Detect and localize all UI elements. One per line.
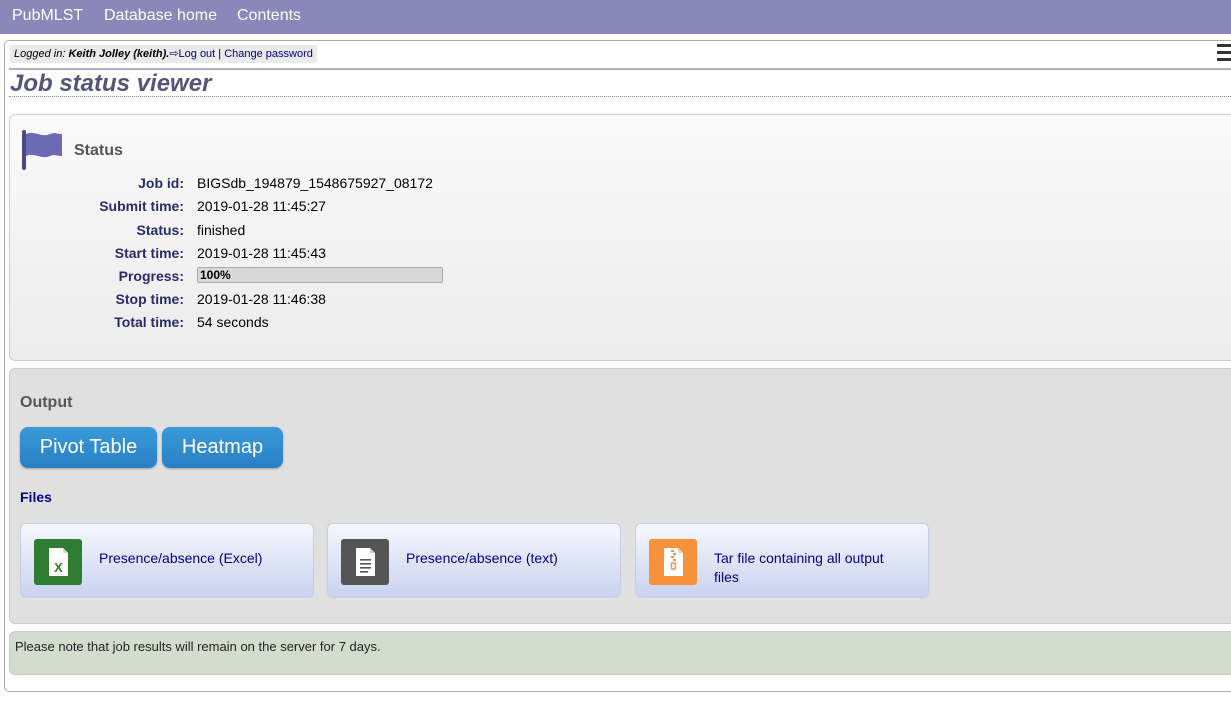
login-user: Keith Jolley (keith). [68,48,170,60]
start-time-label: Start time: [114,245,184,261]
login-prefix: Logged in: [14,48,66,60]
file-label-archive[interactable]: Tar file containing all output files [714,549,904,587]
hamburger-menu-icon[interactable] [1217,44,1231,62]
svg-text:X: X [54,560,63,575]
nav-link-contents[interactable]: Contents [237,7,301,25]
progress-label: Progress: [118,268,184,284]
file-label-excel[interactable]: Presence/absence (Excel) [99,549,262,568]
status-row-total-time: Total time: 54 seconds [0,314,600,334]
status-label: Status: [136,222,184,238]
pivot-table-button[interactable]: Pivot Table [20,427,157,468]
status-row-stop-time: Stop time: 2019-01-28 11:46:38 [0,291,600,311]
status-row-job-id: Job id: BIGSdb_194879_1548675927_08172 [0,175,600,195]
title-underline [9,96,1231,97]
page-title: Job status viewer [10,70,212,97]
status-row-status: Status: finished [0,222,600,242]
status-value: finished [197,222,246,238]
files-title: Files [20,489,52,505]
retention-note: Please note that job results will remain… [15,639,381,654]
logout-link[interactable]: Log out [179,48,216,60]
progress-value: 100% [200,268,231,282]
login-bar: Logged in: Keith Jolley (keith).⇨Log out… [10,45,317,63]
job-id-label: Job id: [138,175,184,191]
total-time-value: 54 seconds [197,314,269,330]
login-separator: | [218,48,222,60]
start-time-value: 2019-01-28 11:45:43 [197,245,326,261]
status-title: Status [74,142,123,159]
status-row-start-time: Start time: 2019-01-28 11:45:43 [0,245,600,265]
progress-bar: 100% [197,267,443,283]
excel-file-icon: X [34,539,82,585]
top-nav-bar: PubMLST Database home Contents [0,0,1231,34]
file-card-text[interactable]: Presence/absence (text) [327,523,621,598]
text-file-icon [341,539,389,585]
heatmap-button[interactable]: Heatmap [162,427,283,468]
stop-time-label: Stop time: [115,291,184,307]
nav-link-database-home[interactable]: Database home [104,7,217,25]
total-time-label: Total time: [114,314,184,330]
change-password-link[interactable]: Change password [224,48,313,60]
submit-time-label: Submit time: [99,198,184,214]
file-card-archive[interactable]: Tar file containing all output files [635,523,929,598]
flag-icon [20,130,64,170]
file-card-excel[interactable]: X Presence/absence (Excel) [20,523,314,598]
archive-file-icon [649,539,697,585]
output-title: Output [20,394,73,411]
status-row-submit-time: Submit time: 2019-01-28 11:45:27 [0,198,600,218]
submit-time-value: 2019-01-28 11:45:27 [197,198,326,214]
job-id-value: BIGSdb_194879_1548675927_08172 [197,175,433,191]
logout-icon: ⇨ [169,48,179,60]
progress-bar-fill [198,268,442,282]
file-label-text[interactable]: Presence/absence (text) [406,549,558,568]
stop-time-value: 2019-01-28 11:46:38 [197,291,326,307]
nav-link-pubmlst[interactable]: PubMLST [12,7,83,25]
